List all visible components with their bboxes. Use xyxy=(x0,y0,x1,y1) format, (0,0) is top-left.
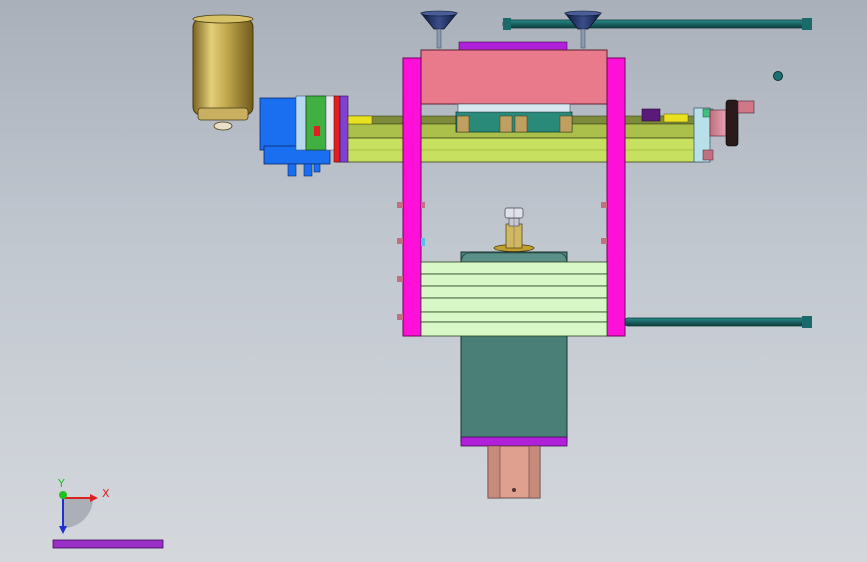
y-axis-dot-icon xyxy=(59,491,67,499)
y-axis-label: Y xyxy=(57,477,65,490)
model-canvas[interactable]: X Y xyxy=(0,0,867,562)
right-funnel[interactable] xyxy=(564,10,602,49)
lower-teal-pipe[interactable] xyxy=(624,316,812,328)
hand-knob-icon[interactable] xyxy=(725,99,755,147)
rail-carriage[interactable] xyxy=(455,111,573,133)
base-flange[interactable] xyxy=(460,436,568,447)
coordinate-triad: X Y xyxy=(57,477,110,534)
gold-canister[interactable] xyxy=(192,14,254,131)
top-teal-pipe[interactable] xyxy=(502,18,812,30)
spindle-bolt[interactable] xyxy=(493,207,535,252)
round-fitting-icon[interactable] xyxy=(773,71,783,81)
x-axis-label: X xyxy=(102,487,110,500)
bottom-motor[interactable] xyxy=(487,445,541,499)
ground-plane xyxy=(52,539,164,549)
left-funnel[interactable] xyxy=(420,10,458,49)
cad-viewport[interactable]: X Y xyxy=(0,0,867,562)
plate-stack[interactable] xyxy=(420,261,608,337)
top-plate[interactable] xyxy=(420,41,608,113)
servo-motor[interactable] xyxy=(259,95,349,177)
rail-end-block[interactable] xyxy=(693,107,727,163)
